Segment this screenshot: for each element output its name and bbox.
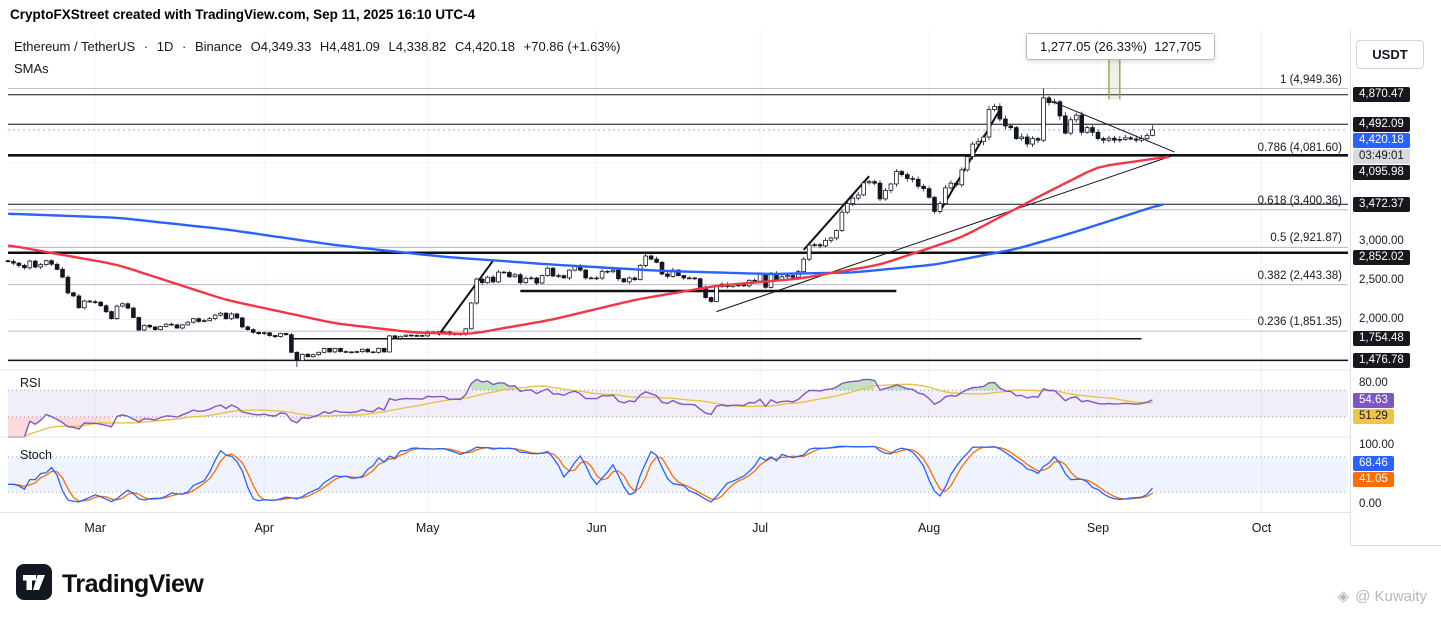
axis-value-label: 3,000.00 xyxy=(1353,234,1410,249)
footer: TradingView ◈ @ Kuwaity xyxy=(0,546,1441,621)
chart-area[interactable]: Ethereum / TetherUS · 1D · Binance O4,34… xyxy=(0,30,1441,546)
axis-value-label: 4,095.98 xyxy=(1353,165,1410,180)
exchange-label[interactable]: Binance xyxy=(195,39,242,54)
countdown-label: 03:49:01 xyxy=(1353,149,1410,164)
tradingview-brand[interactable]: TradingView xyxy=(16,564,203,605)
watermark-text: @ Kuwaity xyxy=(1355,588,1427,605)
fib-level-label: 0.618 (3,400.36) xyxy=(1258,195,1342,207)
time-axis-label: Sep xyxy=(1087,521,1109,535)
ohlc-close: C4,420.18 xyxy=(455,39,515,54)
indicator-label-smas[interactable]: SMAs xyxy=(14,61,49,76)
fib-level-label: 0.5 (2,921.87) xyxy=(1270,232,1342,244)
ohlc-open: O4,349.33 xyxy=(251,39,312,54)
ohlc-high: H4,481.09 xyxy=(320,39,380,54)
time-axis-label: May xyxy=(416,521,440,535)
current-price-label: 4,420.18 xyxy=(1353,133,1410,148)
axis-value-label: 68.46 xyxy=(1353,456,1394,471)
time-axis-label: Jul xyxy=(752,521,768,535)
range-measure-tooltip: 1,277.05 (26.33%) 127,705 xyxy=(1026,33,1215,60)
interval-label[interactable]: 1D xyxy=(157,39,174,54)
axis-value-label: 100.00 xyxy=(1353,438,1400,453)
tradingview-logo-icon xyxy=(16,564,52,605)
stoch-pane-label[interactable]: Stoch xyxy=(20,448,52,462)
axis-value-label: 1,754.48 xyxy=(1353,331,1410,346)
chart-plot[interactable] xyxy=(0,30,1441,545)
axis-value-label: 51.29 xyxy=(1353,409,1394,424)
fib-level-label: 1 (4,949.36) xyxy=(1280,74,1342,86)
time-axis-label: Apr xyxy=(254,521,273,535)
attribution-bar: CryptoFXStreet created with TradingView.… xyxy=(0,0,1441,30)
axis-value-label: 2,500.00 xyxy=(1353,273,1410,288)
axis-value-label: 4,870.47 xyxy=(1353,87,1410,102)
diamond-icon: ◈ xyxy=(1338,587,1350,605)
fib-level-label: 0.236 (1,851.35) xyxy=(1258,316,1342,328)
axis-value-label: 41.05 xyxy=(1353,472,1394,487)
time-axis-label: Jun xyxy=(587,521,607,535)
price-change: +70.86 (+1.63%) xyxy=(524,39,621,54)
ohlc-low: L4,338.82 xyxy=(389,39,447,54)
axis-value-label: 54.63 xyxy=(1353,393,1394,408)
symbol-title[interactable]: Ethereum / TetherUS xyxy=(14,39,135,54)
time-axis-label: Mar xyxy=(84,521,106,535)
rsi-pane-label[interactable]: RSI xyxy=(20,376,41,390)
axis-value-label: 1,476.78 xyxy=(1353,353,1410,368)
axis-value-label: 0.00 xyxy=(1353,497,1387,512)
time-axis-label: Oct xyxy=(1252,521,1271,535)
watermark: ◈ @ Kuwaity xyxy=(1338,587,1427,605)
tradingview-wordmark: TradingView xyxy=(62,570,203,599)
chart-legend: Ethereum / TetherUS · 1D · Binance O4,34… xyxy=(14,39,626,54)
attribution-text: CryptoFXStreet created with TradingView.… xyxy=(10,7,475,22)
price-axis[interactable]: USDT 4,870.47 4,492.094,420.1803:49:014,0… xyxy=(1350,30,1441,545)
time-axis[interactable]: Mar Apr May Jun Jul Aug Sep Oct xyxy=(0,512,1350,546)
legend-separator: · xyxy=(182,39,186,54)
tradingview-chart-screenshot: CryptoFXStreet created with TradingView.… xyxy=(0,0,1441,621)
legend-separator: · xyxy=(144,39,148,54)
time-axis-label: Aug xyxy=(918,521,940,535)
fib-level-label: 0.382 (2,443.38) xyxy=(1258,270,1342,282)
axis-value-label: 80.00 xyxy=(1353,376,1394,391)
currency-button[interactable]: USDT xyxy=(1356,40,1424,69)
axis-value-label: 2,000.00 xyxy=(1353,312,1410,327)
axis-value-label: 4,492.09 xyxy=(1353,117,1410,132)
axis-value-label: 2,852.02 xyxy=(1353,250,1410,265)
axis-value-label: 3,472.37 xyxy=(1353,197,1410,212)
fib-level-label: 0.786 (4,081.60) xyxy=(1258,142,1342,154)
